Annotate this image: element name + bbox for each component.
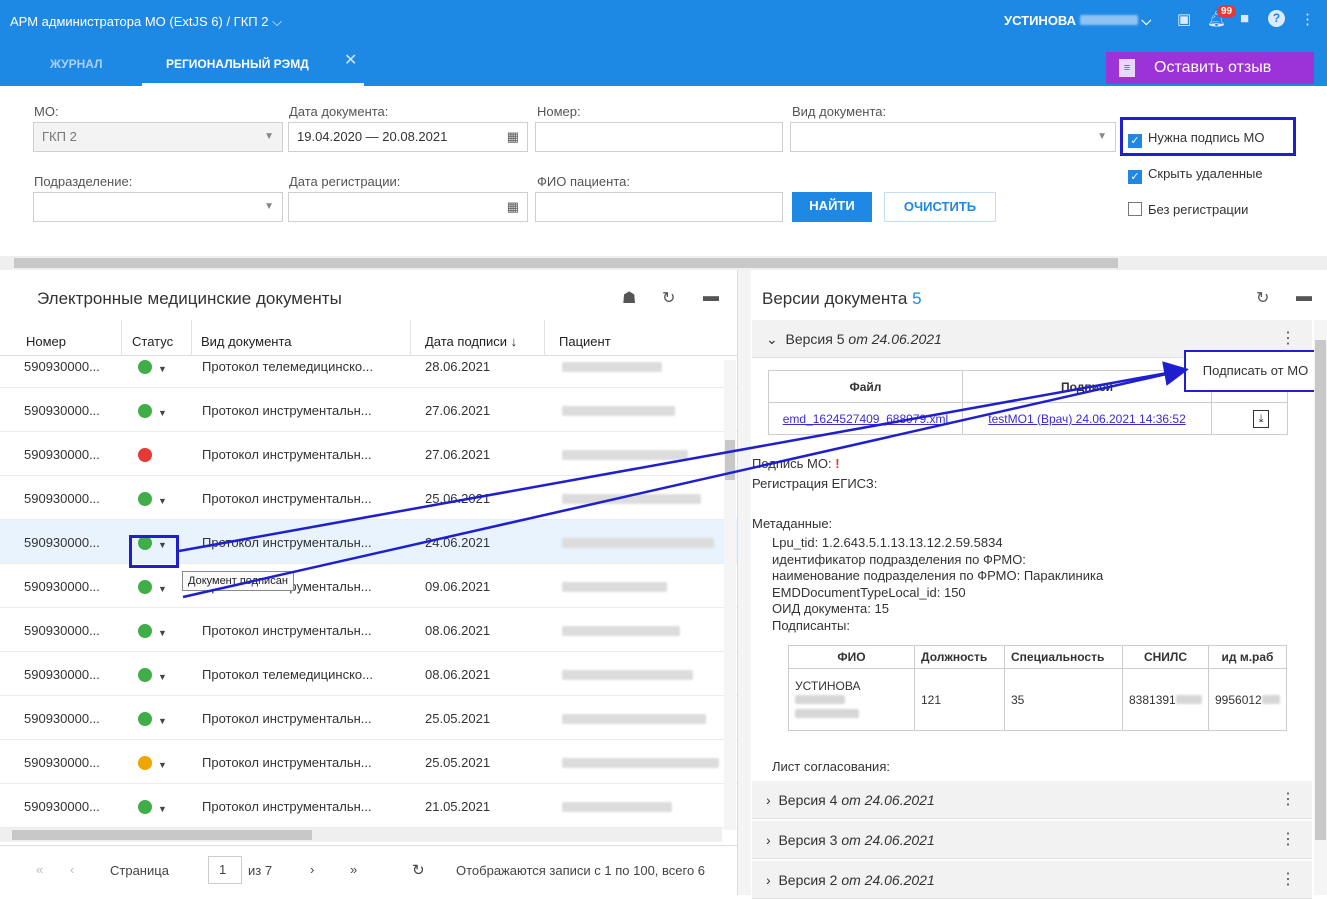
annotation-arrows xyxy=(178,361,1189,599)
